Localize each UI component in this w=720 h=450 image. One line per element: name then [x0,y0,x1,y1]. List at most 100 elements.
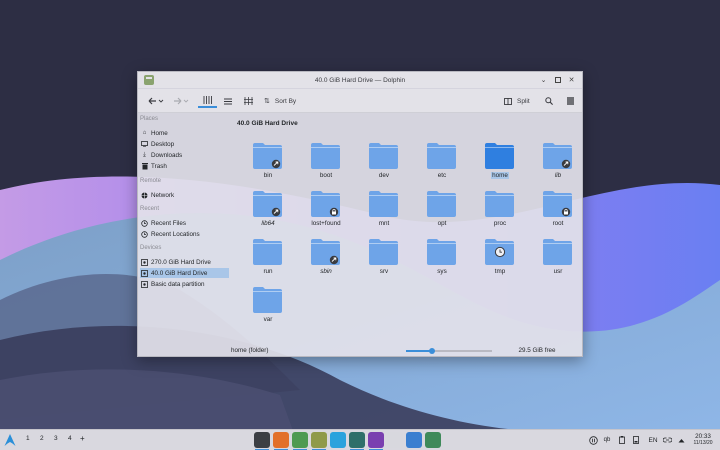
title-bar[interactable]: 40.0 GiB Hard Drive — Dolphin ⌄ ✕ [138,72,582,88]
folder-name: run [263,268,273,275]
folder-icon [311,143,340,169]
storage-icon[interactable] [631,434,640,446]
compact-view-button[interactable] [220,94,236,108]
sidebar-item-recent-files[interactable]: Recent Files [140,218,229,228]
folder-item[interactable]: proc [480,190,520,232]
search-button[interactable] [542,94,556,108]
status-text: home (folder) [231,347,269,354]
qbittorrent-tray-icon[interactable]: qb [602,434,612,446]
monitor-icon[interactable] [349,432,365,448]
folder-name: bin [263,172,273,179]
details-view-button[interactable] [240,94,256,108]
minimize-icon[interactable]: ⌄ [539,74,548,85]
telegram-icon[interactable] [330,432,346,448]
folder-item[interactable]: sys [422,238,462,280]
folder-item[interactable]: mnt [364,190,404,232]
folder-name: boot [319,172,333,179]
virtual-desktop-3[interactable]: 3 [54,435,58,442]
folder-item[interactable]: sbin [306,238,346,280]
clipboard-icon[interactable] [617,434,626,446]
free-space-bar [494,356,580,357]
dolphin-window: 40.0 GiB Hard Drive — Dolphin ⌄ ✕ ⇅ Sort… [137,71,583,357]
zoom-slider-fill [406,350,432,352]
folder-item[interactable]: bin [248,142,288,184]
folder-name: sys [437,268,447,275]
keyboard-layout[interactable]: EN [646,434,660,446]
folder-icon [427,191,456,217]
folder-icon [369,191,398,217]
sidebar-item-downloads[interactable]: ⤓ Downloads [140,150,229,160]
sidebar-item-40gb-drive[interactable]: 40.0 GiB Hard Drive [140,268,229,278]
split-button[interactable]: Split [504,94,536,108]
qbittorrent-icon[interactable] [406,432,422,448]
add-desktop-button[interactable]: + [80,434,85,443]
sidebar-item-recent-locations[interactable]: Recent Locations [140,229,229,239]
folder-item[interactable]: lost+found [306,190,346,232]
folder-item[interactable]: srv [364,238,404,280]
folder-name: lib64 [261,220,275,227]
folder-item[interactable]: dev [364,142,404,184]
virtual-desktop-2[interactable]: 2 [40,435,44,442]
folder-item[interactable]: opt [422,190,462,232]
folder-name: dev [378,172,390,179]
sort-by-button[interactable]: ⇅ Sort By [264,94,304,108]
text-editor-icon[interactable] [311,432,327,448]
split-label: Split [517,97,530,105]
dolphin-app-icon[interactable] [144,75,154,85]
folder-item[interactable]: root [538,190,578,232]
zoom-slider-handle[interactable] [428,348,435,354]
sidebar-item-basic-data-partition[interactable]: Basic data partition [140,279,229,289]
network-link-icon[interactable] [662,434,672,446]
close-icon[interactable]: ✕ [567,74,576,85]
folder-item[interactable]: boot [306,142,346,184]
folder-item[interactable]: lib [538,142,578,184]
virtual-desktop-4[interactable]: 4 [68,435,72,442]
folder-icon [311,239,340,265]
folder-item[interactable]: home [480,142,520,184]
gamepad-icon[interactable] [387,432,403,448]
details-view-icon [243,97,253,105]
sidebar-item-home[interactable]: ⌂ Home [140,128,229,138]
sidebar-item-270gb-drive[interactable]: 270.0 GiB Hard Drive [140,257,229,267]
folder-icon [253,239,282,265]
expand-tray-icon[interactable] [676,434,686,446]
firefox-icon[interactable] [273,432,289,448]
location-label: 40.0 GiB Hard Drive [237,120,298,127]
clock-time: 20:33 [695,433,711,440]
folder-name: mnt [378,220,390,227]
folder-name: lib [554,172,562,179]
window-title: 40.0 GiB Hard Drive — Dolphin [314,76,406,84]
folder-icon [427,143,456,169]
places-header: Places [140,116,159,122]
media-pause-icon[interactable] [588,434,598,446]
folder-item[interactable]: tmp [480,238,520,280]
digital-clock[interactable]: 20:33 11/13/20 [688,433,718,447]
folder-item[interactable]: usr [538,238,578,280]
forward-button[interactable] [172,94,190,108]
maximize-icon[interactable] [553,74,562,85]
pinwheel-icon[interactable] [368,432,384,448]
file-view[interactable]: 40.0 GiB Hard Drive bin boot dev etc home lib… [231,114,582,344]
application-launcher[interactable] [3,433,17,447]
folder-item[interactable]: etc [422,142,462,184]
arrow-left-icon [148,97,164,105]
sidebar-item-trash[interactable]: Trash [140,161,229,171]
sidebar-item-desktop[interactable]: Desktop [140,139,229,149]
virtual-desktop-1[interactable]: 1 [26,435,30,442]
sidebar-item-network[interactable]: Network [140,190,229,200]
zoom-slider[interactable] [406,348,492,354]
package-icon[interactable] [425,432,441,448]
menu-button[interactable] [563,94,577,108]
folder-item[interactable]: var [248,286,288,328]
icons-view-button[interactable] [198,94,217,108]
home-icon: ⌂ [142,130,147,136]
folder-name: usr [553,268,563,275]
recent-header: Recent [140,206,160,212]
remote-header: Remote [140,178,162,184]
folder-item[interactable]: lib64 [248,190,288,232]
android-studio-icon[interactable] [292,432,308,448]
folder-name: home [491,172,509,179]
back-button[interactable] [147,94,165,108]
terminal-icon[interactable] [254,432,270,448]
folder-item[interactable]: run [248,238,288,280]
